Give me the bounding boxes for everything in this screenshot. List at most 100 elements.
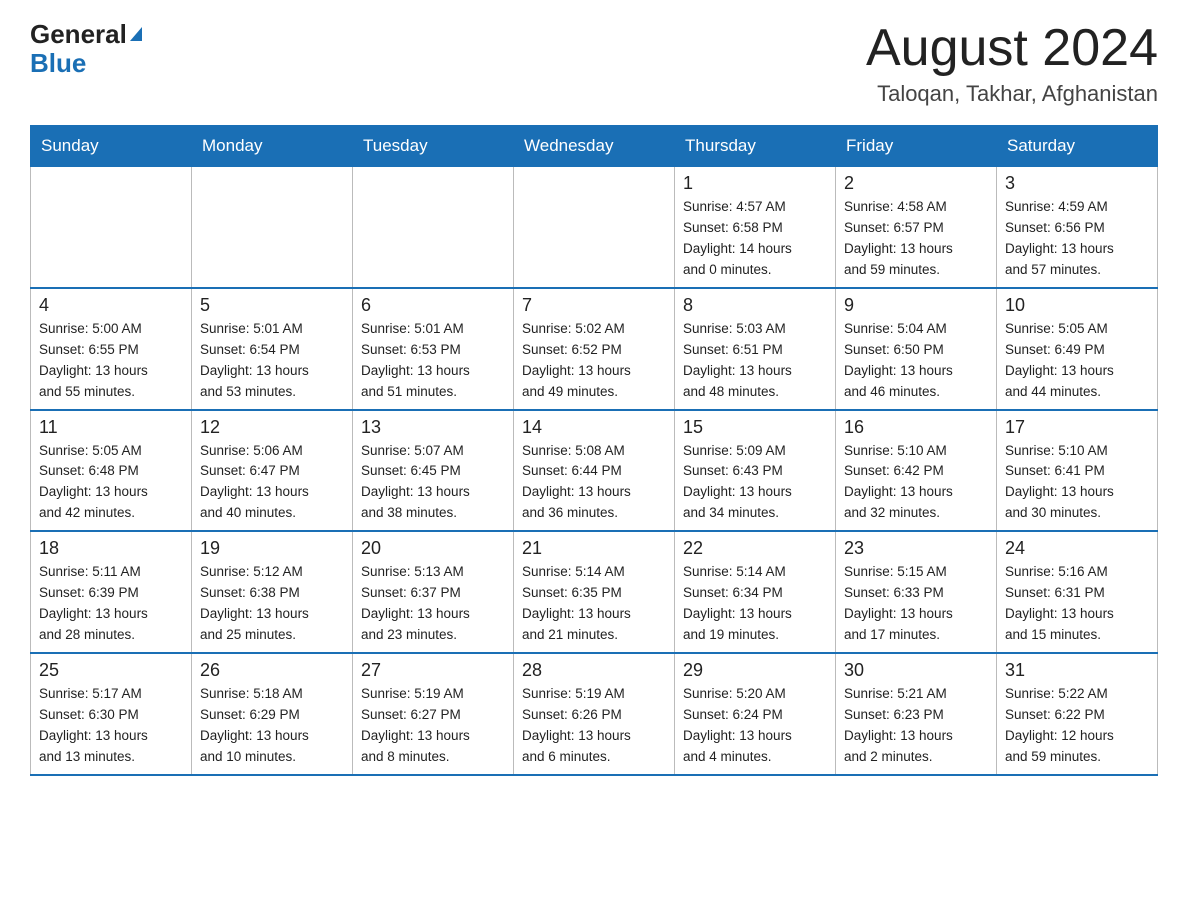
calendar-cell: 10 Sunrise: 5:05 AMSunset: 6:49 PMDayligh…	[997, 288, 1158, 410]
sun-info: Sunrise: 5:08 AMSunset: 6:44 PMDaylight:…	[522, 443, 631, 521]
sun-info: Sunrise: 5:05 AMSunset: 6:49 PMDaylight:…	[1005, 321, 1114, 399]
sun-info: Sunrise: 5:11 AMSunset: 6:39 PMDaylight:…	[39, 564, 148, 642]
logo: General Blue	[30, 20, 142, 77]
sun-info: Sunrise: 5:06 AMSunset: 6:47 PMDaylight:…	[200, 443, 309, 521]
calendar-cell: 3 Sunrise: 4:59 AMSunset: 6:56 PMDaylight…	[997, 167, 1158, 288]
logo-general-text: General	[30, 20, 127, 49]
day-number: 26	[200, 660, 344, 681]
day-number: 3	[1005, 173, 1149, 194]
calendar-week-row: 11Sunrise: 5:05 AMSunset: 6:48 PMDayligh…	[31, 410, 1158, 532]
day-number: 11	[39, 417, 183, 438]
calendar-cell	[514, 167, 675, 288]
sun-info: Sunrise: 5:01 AMSunset: 6:54 PMDaylight:…	[200, 321, 309, 399]
calendar-cell: 9Sunrise: 5:04 AMSunset: 6:50 PMDaylight…	[836, 288, 997, 410]
weekday-header: Tuesday	[353, 126, 514, 167]
day-number: 21	[522, 538, 666, 559]
calendar-cell: 17 Sunrise: 5:10 AMSunset: 6:41 PMDayligh…	[997, 410, 1158, 532]
day-number: 22	[683, 538, 827, 559]
calendar-week-row: 1 Sunrise: 4:57 AMSunset: 6:58 PMDaylight…	[31, 167, 1158, 288]
sun-info: Sunrise: 4:57 AMSunset: 6:58 PMDaylight:…	[683, 199, 792, 277]
calendar-cell: 4Sunrise: 5:00 AMSunset: 6:55 PMDaylight…	[31, 288, 192, 410]
sun-info: Sunrise: 5:14 AMSunset: 6:35 PMDaylight:…	[522, 564, 631, 642]
day-number: 12	[200, 417, 344, 438]
day-number: 25	[39, 660, 183, 681]
weekday-header: Thursday	[675, 126, 836, 167]
sun-info: Sunrise: 5:02 AMSunset: 6:52 PMDaylight:…	[522, 321, 631, 399]
sun-info: Sunrise: 5:13 AMSunset: 6:37 PMDaylight:…	[361, 564, 470, 642]
day-number: 13	[361, 417, 505, 438]
weekday-header: Monday	[192, 126, 353, 167]
calendar-cell: 31 Sunrise: 5:22 AMSunset: 6:22 PMDayligh…	[997, 653, 1158, 775]
calendar-cell: 30 Sunrise: 5:21 AMSunset: 6:23 PMDayligh…	[836, 653, 997, 775]
calendar-cell: 24Sunrise: 5:16 AMSunset: 6:31 PMDayligh…	[997, 531, 1158, 653]
day-number: 16	[844, 417, 988, 438]
calendar-header-row: SundayMondayTuesdayWednesdayThursdayFrid…	[31, 126, 1158, 167]
calendar-cell: 27Sunrise: 5:19 AMSunset: 6:27 PMDayligh…	[353, 653, 514, 775]
calendar-cell: 22 Sunrise: 5:14 AMSunset: 6:34 PMDayligh…	[675, 531, 836, 653]
sun-info: Sunrise: 5:18 AMSunset: 6:29 PMDaylight:…	[200, 686, 309, 764]
day-number: 15	[683, 417, 827, 438]
day-number: 19	[200, 538, 344, 559]
logo-triangle-icon	[130, 27, 142, 41]
calendar-cell: 11Sunrise: 5:05 AMSunset: 6:48 PMDayligh…	[31, 410, 192, 532]
calendar-cell: 18Sunrise: 5:11 AMSunset: 6:39 PMDayligh…	[31, 531, 192, 653]
title-block: August 2024 Taloqan, Takhar, Afghanistan	[866, 20, 1158, 107]
day-number: 14	[522, 417, 666, 438]
calendar-cell: 1 Sunrise: 4:57 AMSunset: 6:58 PMDaylight…	[675, 167, 836, 288]
weekday-header: Saturday	[997, 126, 1158, 167]
calendar-cell: 6 Sunrise: 5:01 AMSunset: 6:53 PMDaylight…	[353, 288, 514, 410]
calendar-cell: 5 Sunrise: 5:01 AMSunset: 6:54 PMDaylight…	[192, 288, 353, 410]
sun-info: Sunrise: 5:09 AMSunset: 6:43 PMDaylight:…	[683, 443, 792, 521]
weekday-header: Wednesday	[514, 126, 675, 167]
calendar-cell: 13 Sunrise: 5:07 AMSunset: 6:45 PMDayligh…	[353, 410, 514, 532]
calendar-cell: 20Sunrise: 5:13 AMSunset: 6:37 PMDayligh…	[353, 531, 514, 653]
sun-info: Sunrise: 5:01 AMSunset: 6:53 PMDaylight:…	[361, 321, 470, 399]
calendar-cell: 25 Sunrise: 5:17 AMSunset: 6:30 PMDayligh…	[31, 653, 192, 775]
day-number: 10	[1005, 295, 1149, 316]
sun-info: Sunrise: 5:12 AMSunset: 6:38 PMDaylight:…	[200, 564, 309, 642]
sun-info: Sunrise: 5:07 AMSunset: 6:45 PMDaylight:…	[361, 443, 470, 521]
sun-info: Sunrise: 5:15 AMSunset: 6:33 PMDaylight:…	[844, 564, 953, 642]
calendar-week-row: 18Sunrise: 5:11 AMSunset: 6:39 PMDayligh…	[31, 531, 1158, 653]
day-number: 30	[844, 660, 988, 681]
day-number: 6	[361, 295, 505, 316]
sun-info: Sunrise: 5:04 AMSunset: 6:50 PMDaylight:…	[844, 321, 953, 399]
sun-info: Sunrise: 5:22 AMSunset: 6:22 PMDaylight:…	[1005, 686, 1114, 764]
calendar-cell	[353, 167, 514, 288]
day-number: 29	[683, 660, 827, 681]
day-number: 28	[522, 660, 666, 681]
calendar-cell: 16Sunrise: 5:10 AMSunset: 6:42 PMDayligh…	[836, 410, 997, 532]
day-number: 31	[1005, 660, 1149, 681]
calendar-cell: 8 Sunrise: 5:03 AMSunset: 6:51 PMDaylight…	[675, 288, 836, 410]
calendar-table: SundayMondayTuesdayWednesdayThursdayFrid…	[30, 125, 1158, 775]
sun-info: Sunrise: 5:19 AMSunset: 6:26 PMDaylight:…	[522, 686, 631, 764]
day-number: 17	[1005, 417, 1149, 438]
sun-info: Sunrise: 5:17 AMSunset: 6:30 PMDaylight:…	[39, 686, 148, 764]
sun-info: Sunrise: 5:03 AMSunset: 6:51 PMDaylight:…	[683, 321, 792, 399]
calendar-cell: 23 Sunrise: 5:15 AMSunset: 6:33 PMDayligh…	[836, 531, 997, 653]
page-header: General Blue August 2024 Taloqan, Takhar…	[30, 20, 1158, 107]
calendar-cell: 2Sunrise: 4:58 AMSunset: 6:57 PMDaylight…	[836, 167, 997, 288]
sun-info: Sunrise: 5:14 AMSunset: 6:34 PMDaylight:…	[683, 564, 792, 642]
location-title: Taloqan, Takhar, Afghanistan	[866, 81, 1158, 107]
weekday-header: Friday	[836, 126, 997, 167]
calendar-week-row: 4Sunrise: 5:00 AMSunset: 6:55 PMDaylight…	[31, 288, 1158, 410]
day-number: 8	[683, 295, 827, 316]
day-number: 4	[39, 295, 183, 316]
sun-info: Sunrise: 4:59 AMSunset: 6:56 PMDaylight:…	[1005, 199, 1114, 277]
calendar-cell: 12 Sunrise: 5:06 AMSunset: 6:47 PMDayligh…	[192, 410, 353, 532]
calendar-week-row: 25 Sunrise: 5:17 AMSunset: 6:30 PMDayligh…	[31, 653, 1158, 775]
sun-info: Sunrise: 5:10 AMSunset: 6:41 PMDaylight:…	[1005, 443, 1114, 521]
day-number: 1	[683, 173, 827, 194]
calendar-cell	[192, 167, 353, 288]
calendar-cell: 28 Sunrise: 5:19 AMSunset: 6:26 PMDayligh…	[514, 653, 675, 775]
day-number: 23	[844, 538, 988, 559]
day-number: 27	[361, 660, 505, 681]
logo-blue-text: Blue	[30, 49, 86, 78]
day-number: 2	[844, 173, 988, 194]
calendar-cell: 26 Sunrise: 5:18 AMSunset: 6:29 PMDayligh…	[192, 653, 353, 775]
day-number: 7	[522, 295, 666, 316]
sun-info: Sunrise: 5:21 AMSunset: 6:23 PMDaylight:…	[844, 686, 953, 764]
day-number: 5	[200, 295, 344, 316]
month-title: August 2024	[866, 20, 1158, 77]
